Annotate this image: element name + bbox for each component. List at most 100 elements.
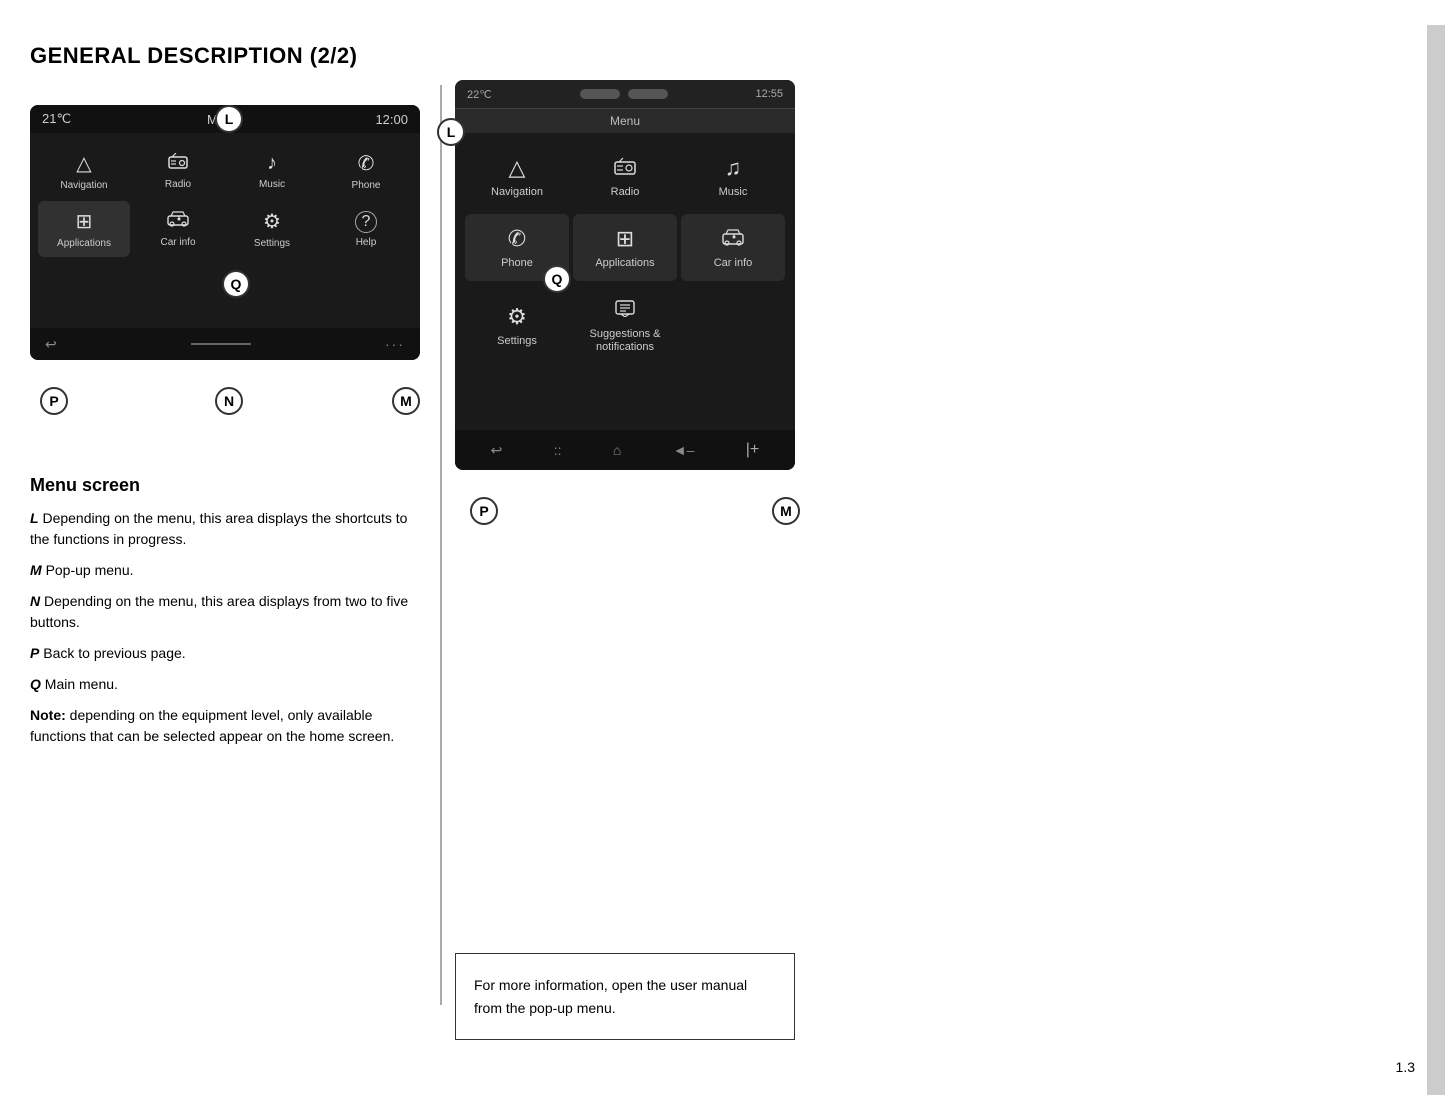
right-carinfo-icon — [722, 226, 744, 252]
right-settings-icon: ⚙ — [507, 304, 527, 330]
left-settings-label: Settings — [254, 238, 290, 249]
right-menu-music[interactable]: ♫ Music — [681, 143, 785, 210]
right-menu-applications[interactable]: ⊞ Applications — [573, 214, 677, 281]
left-menu-radio[interactable]: Radio — [132, 143, 224, 199]
left-screen-time-left: 21℃ — [42, 111, 71, 127]
right-menu-radio[interactable]: Radio — [573, 143, 677, 210]
right-home-icon[interactable]: ⌂ — [613, 442, 621, 458]
right-phone-label: Phone — [501, 257, 533, 269]
text-section: Menu screen L Depending on the menu, thi… — [30, 475, 430, 747]
left-menu-settings[interactable]: ⚙ Settings — [226, 201, 318, 257]
label-M-right: M — [772, 497, 800, 525]
note-label: Note: — [30, 707, 66, 723]
pill-1 — [580, 89, 620, 99]
desc-N-text: Depending on the menu, this area display… — [30, 593, 408, 630]
radio-icon — [168, 152, 188, 175]
right-vol-down-icon[interactable]: ◄– — [673, 442, 695, 458]
right-menu-navigation[interactable]: △ Navigation — [465, 143, 569, 210]
right-menu-label: Menu — [610, 114, 640, 128]
right-sidebar — [1427, 25, 1445, 1095]
car-screen-right: 22℃ 12:55 Menu △ Navigation — [455, 80, 795, 470]
right-menu-settings[interactable]: ⚙ Settings — [465, 285, 569, 366]
left-menu-music[interactable]: ♪ Music — [226, 143, 318, 199]
desc-P-text: Back to previous page. — [43, 645, 185, 661]
right-music-icon: ♫ — [725, 155, 742, 181]
note-content: depending on the equipment level, only a… — [30, 707, 394, 744]
desc-L-text: Depending on the menu, this area display… — [30, 510, 407, 547]
left-menu-navigation[interactable]: △ Navigation — [38, 143, 130, 199]
left-bottom-bar: ↩ ··· — [30, 328, 420, 360]
carinfo-icon — [167, 210, 189, 233]
desc-item-P: P Back to previous page. — [30, 643, 430, 664]
left-back-arrow[interactable]: ↩ — [45, 336, 57, 353]
menu-screen-heading: Menu screen — [30, 475, 430, 496]
right-phone-icon: ✆ — [508, 226, 526, 252]
key-N: N — [30, 593, 40, 609]
right-suggestions-label: Suggestions &notifications — [590, 328, 661, 354]
right-grid-icon[interactable]: :: — [554, 442, 562, 458]
apps-icon: ⊞ — [76, 209, 93, 234]
info-box-text: For more information, open the user manu… — [474, 977, 747, 1015]
right-menu-suggestions[interactable]: Suggestions &notifications — [573, 285, 677, 366]
settings-icon: ⚙ — [263, 209, 281, 234]
right-screen-pills — [580, 89, 668, 99]
left-screen-time-right: 12:00 — [375, 112, 408, 127]
left-carinfo-label: Car info — [160, 237, 195, 248]
right-menu-carinfo[interactable]: Car info — [681, 214, 785, 281]
desc-item-M: M Pop-up menu. — [30, 560, 430, 581]
right-screen-temp: 22℃ — [467, 88, 492, 101]
desc-M-text: Pop-up menu. — [46, 562, 134, 578]
right-suggestions-icon — [614, 297, 636, 323]
left-more-dots[interactable]: ··· — [385, 336, 405, 352]
left-menu-help[interactable]: ? Help — [320, 201, 412, 257]
right-music-label: Music — [719, 186, 748, 198]
desc-Q-text: Main menu. — [45, 676, 118, 692]
nav-icon: △ — [76, 151, 91, 176]
desc-item-L: L Depending on the menu, this area displ… — [30, 508, 430, 550]
music-icon: ♪ — [267, 152, 277, 175]
right-screen-time: 12:55 — [755, 88, 783, 100]
right-radio-icon — [614, 155, 636, 181]
right-settings-label: Settings — [497, 335, 537, 347]
label-P-left: P — [40, 387, 68, 415]
label-N-left: N — [215, 387, 243, 415]
right-carinfo-label: Car info — [714, 257, 753, 269]
page-number: 1.3 — [1396, 1059, 1415, 1075]
right-apps-label: Applications — [595, 257, 654, 269]
left-music-label: Music — [259, 179, 285, 190]
right-screen-top-bar: 22℃ 12:55 — [455, 80, 795, 108]
right-vol-up-icon[interactable]: |+ — [746, 441, 760, 459]
right-screen-container: L Q 22℃ 12:55 Menu △ Navigation — [455, 80, 815, 470]
key-P: P — [30, 645, 39, 661]
right-radio-label: Radio — [611, 186, 640, 198]
key-Q: Q — [30, 676, 41, 692]
label-Q-right: Q — [543, 265, 571, 293]
label-L-right: L — [437, 118, 465, 146]
left-menu-phone[interactable]: ✆ Phone — [320, 143, 412, 199]
vertical-divider — [440, 85, 442, 1005]
key-M: M — [30, 562, 42, 578]
right-back-icon[interactable]: ↩ — [491, 442, 503, 459]
left-menu-carinfo[interactable]: Car info — [132, 201, 224, 257]
left-line-indicator — [191, 343, 251, 345]
left-menu-grid: △ Navigation Radio ♪ Music — [30, 133, 420, 267]
label-L-left: L — [215, 105, 243, 133]
right-nav-label: Navigation — [491, 186, 543, 198]
pill-2 — [628, 89, 668, 99]
label-Q-left: Q — [222, 270, 250, 298]
phone-icon: ✆ — [358, 151, 375, 176]
left-phone-label: Phone — [352, 180, 381, 191]
right-bottom-bar: ↩ :: ⌂ ◄– |+ — [455, 430, 795, 470]
right-menu-grid: △ Navigation Radio ♫ Music — [455, 133, 795, 376]
label-M-left: M — [392, 387, 420, 415]
left-screen-container: L Q 21℃ Menu 12:00 △ Navigation — [30, 105, 430, 360]
note-text: Note: depending on the equipment level, … — [30, 705, 430, 747]
label-P-right: P — [470, 497, 498, 525]
left-help-label: Help — [356, 237, 377, 248]
car-screen-left: 21℃ Menu 12:00 △ Navigation — [30, 105, 420, 360]
left-menu-applications[interactable]: ⊞ Applications — [38, 201, 130, 257]
right-nav-icon: △ — [509, 155, 526, 181]
left-apps-label: Applications — [57, 238, 111, 249]
left-nav-label: Navigation — [60, 180, 107, 191]
right-apps-icon: ⊞ — [616, 226, 634, 252]
